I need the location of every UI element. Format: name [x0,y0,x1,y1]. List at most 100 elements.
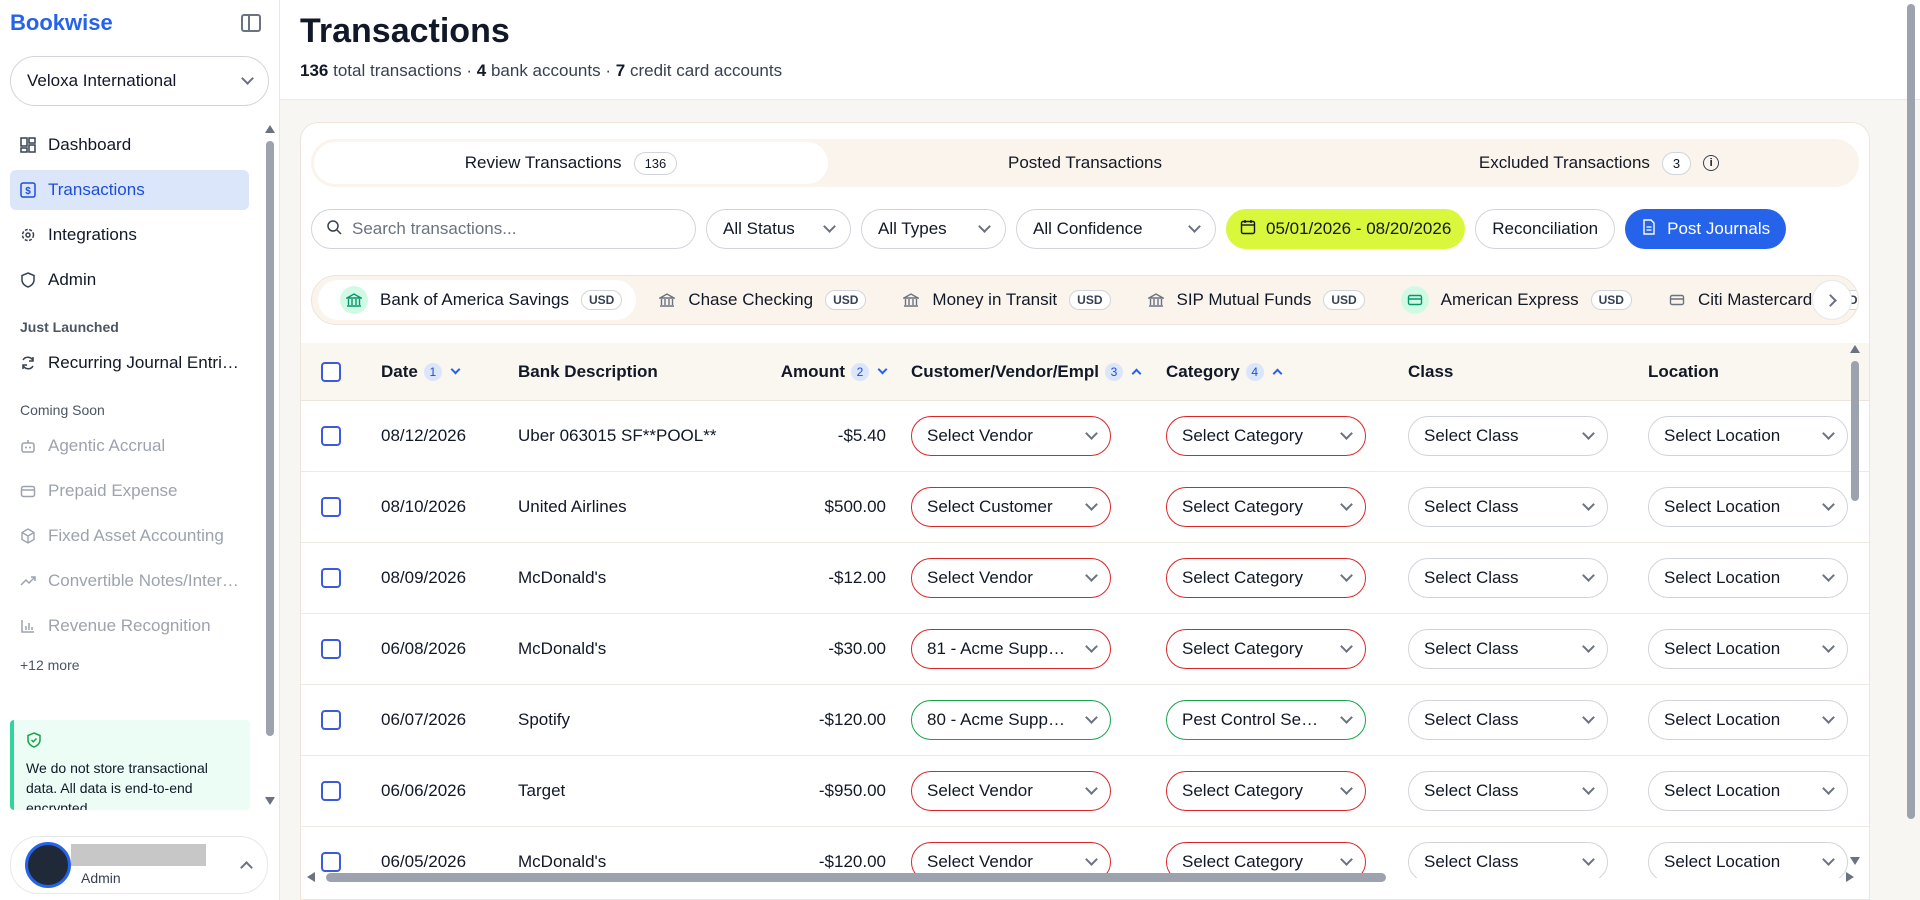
account-tab-chase-checking[interactable]: Chase Checking USD [642,280,880,320]
confidence-filter[interactable]: All Confidence [1016,209,1216,249]
vendor-select[interactable]: Select Vendor [911,771,1111,811]
scroll-thumb[interactable] [326,873,1386,882]
sidebar-item-integrations[interactable]: Integrations [10,215,249,255]
scroll-right-arrow-icon[interactable] [1846,872,1854,882]
class-select-value: Select Class [1424,781,1519,800]
trend-up-icon [20,573,36,589]
class-select[interactable]: Select Class [1408,487,1608,527]
row-select-cell [301,852,381,872]
row-checkbox[interactable] [321,639,341,659]
scroll-left-arrow-icon[interactable] [307,872,315,882]
org-selector[interactable]: Veloxa International [10,56,269,106]
class-select[interactable]: Select Class [1408,558,1608,598]
location-select[interactable]: Select Location [1648,700,1848,740]
vendor-select[interactable]: Select Vendor [911,558,1111,598]
row-select-cell [301,639,381,659]
row-checkbox[interactable] [321,852,341,872]
scroll-up-arrow-icon[interactable] [1850,345,1860,353]
vendor-select[interactable]: 80 - Acme Supplies [911,700,1111,740]
scroll-down-arrow-icon[interactable] [265,797,275,805]
location-select[interactable]: Select Location [1648,416,1848,456]
tab-label: Excluded Transactions [1478,153,1650,172]
sidebar-item-admin[interactable]: Admin [10,260,249,300]
amount-cell: -$120.00 [818,710,886,729]
type-filter[interactable]: All Types [861,209,1006,249]
scroll-thumb[interactable] [266,141,274,736]
post-journals-button[interactable]: Post Journals [1625,209,1787,249]
chevron-down-icon [1085,853,1098,866]
row-checkbox[interactable] [321,497,341,517]
account-tab-american-express[interactable]: American Express USD [1385,280,1646,320]
currency-badge: USD [1069,290,1111,310]
vendor-select[interactable]: Select Vendor [911,416,1111,456]
scroll-up-arrow-icon[interactable] [265,125,275,133]
category-select[interactable]: Select Category [1166,558,1366,598]
chevron-down-icon [1582,498,1595,511]
row-checkbox[interactable] [321,426,341,446]
more-link[interactable]: +12 more [10,651,249,679]
column-header-class[interactable]: Class [1408,362,1648,382]
svg-text:$: $ [25,186,31,197]
account-tab-money-in-transit[interactable]: Money in Transit USD [886,280,1124,320]
column-header-description[interactable]: Bank Description [518,362,758,382]
tab-posted-transactions[interactable]: Posted Transactions [828,142,1342,184]
location-select[interactable]: Select Location [1648,629,1848,669]
sidebar-toggle-icon[interactable] [241,14,261,32]
vendor-select[interactable]: Select Customer [911,487,1111,527]
accounts-next-button[interactable] [1812,280,1852,320]
scroll-down-arrow-icon[interactable] [1850,857,1860,865]
column-header-location[interactable]: Location [1648,362,1868,382]
sidebar-item-dashboard[interactable]: Dashboard [10,125,249,165]
category-select[interactable]: Select Category [1166,629,1366,669]
row-checkbox[interactable] [321,781,341,801]
date-range-button[interactable]: 05/01/2026 - 08/20/2026 [1226,209,1466,249]
scroll-thumb[interactable] [1907,4,1915,819]
column-header-category[interactable]: Category 4 [1166,362,1408,382]
scroll-thumb[interactable] [1851,361,1859,501]
sidebar-item-transactions[interactable]: $ Transactions [10,170,249,210]
location-select[interactable]: Select Location [1648,771,1848,811]
user-menu[interactable]: Admin [10,836,268,894]
column-header-date[interactable]: Date 1 [381,362,518,382]
account-name: Money in Transit [932,290,1058,309]
table-horizontal-scrollbar[interactable] [301,870,1869,884]
category-select[interactable]: Select Category [1166,487,1366,527]
class-select[interactable]: Select Class [1408,700,1608,740]
account-tab-bank-of-america-savings[interactable]: Bank of America Savings USD [318,280,637,320]
category-select[interactable]: Pest Control Services [1166,700,1366,740]
table-vertical-scrollbar[interactable] [1848,345,1862,865]
location-select[interactable]: Select Location [1648,487,1848,527]
category-select-value: Select Category [1182,497,1303,516]
class-select[interactable]: Select Class [1408,629,1608,669]
category-select[interactable]: Select Category [1166,771,1366,811]
chevron-down-icon [1085,427,1098,440]
search-input[interactable]: Search transactions... [311,209,696,249]
dollar-icon: $ [20,182,36,198]
reconciliation-button[interactable]: Reconciliation [1475,209,1616,249]
description-cell: United Airlines [518,497,627,516]
vendor-cell: 81 - Acme Supplies [886,629,1166,669]
column-header-amount[interactable]: Amount 2 [758,362,888,382]
location-select[interactable]: Select Location [1648,558,1848,598]
page-vertical-scrollbar[interactable] [1904,0,1918,900]
info-icon[interactable]: i [1703,155,1720,171]
class-select[interactable]: Select Class [1408,416,1608,456]
sort-order-badge: 4 [1245,362,1264,381]
category-select[interactable]: Select Category [1166,416,1366,456]
vendor-cell: Select Vendor [886,771,1166,811]
account-name: Bank of America Savings [380,290,569,309]
row-checkbox[interactable] [321,710,341,730]
class-select[interactable]: Select Class [1408,771,1608,811]
tab-excluded-transactions[interactable]: Excluded Transactions 3 i [1342,142,1856,184]
vendor-select[interactable]: 81 - Acme Supplies [911,629,1111,669]
status-filter[interactable]: All Status [706,209,851,249]
sidebar-scrollbar[interactable] [263,125,275,805]
tab-review-transactions[interactable]: Review Transactions 136 [314,142,828,184]
account-tab-sip-mutual-funds[interactable]: SIP Mutual Funds USD [1131,280,1379,320]
column-header-vendor[interactable]: Customer/Vendor/Empl 3 [886,362,1166,382]
select-all-checkbox[interactable] [321,361,341,382]
row-checkbox[interactable] [321,568,341,588]
amount-cell: -$950.00 [818,781,886,800]
sidebar-item-recurring-journal[interactable]: Recurring Journal Entries [10,343,249,383]
cc-count: 7 [615,61,626,80]
